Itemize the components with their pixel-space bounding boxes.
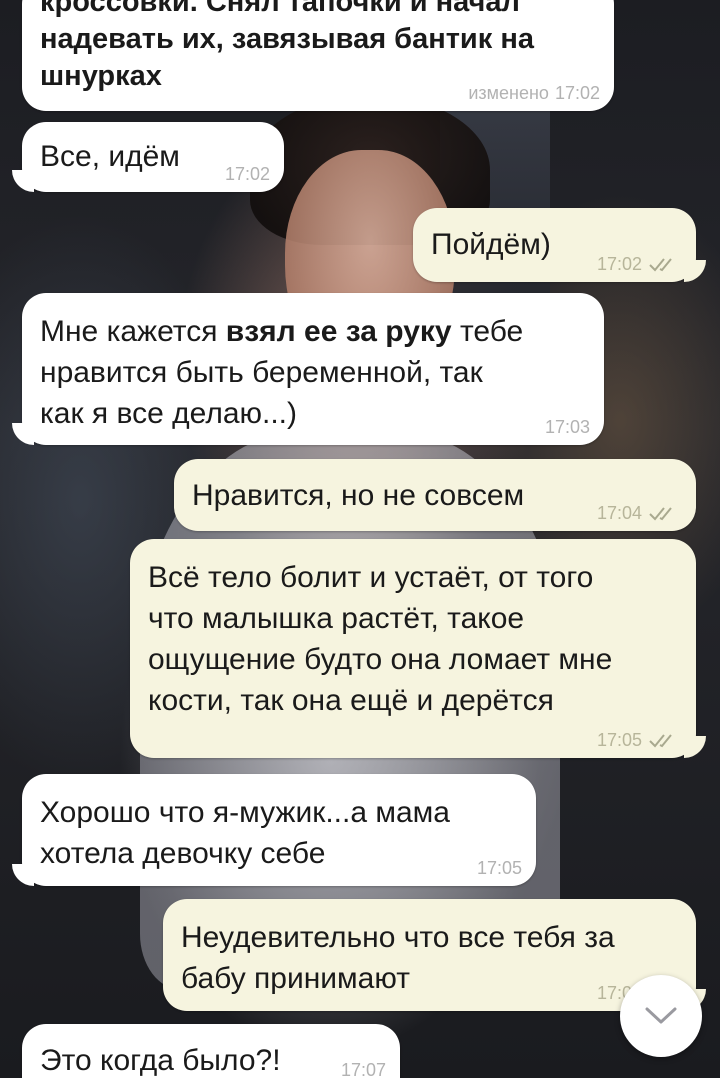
message-incoming[interactable]: Это когда было?! 17:07: [22, 1024, 400, 1078]
message-outgoing[interactable]: Нравится, но не совсем 17:04: [174, 459, 696, 531]
message-meta: 17:04: [597, 503, 682, 523]
edited-label: изменено: [468, 83, 549, 103]
message-text: Всё тело болит и устаёт, от того что мал…: [148, 561, 613, 717]
read-ticks-icon: [649, 734, 672, 748]
message-time: 17:02: [554, 83, 600, 103]
message-incoming[interactable]: Все, идём 17:02: [12, 122, 284, 192]
message-meta: 17:05: [597, 730, 682, 750]
message-incoming[interactable]: Мне кажется взял ее за руку тебе нравитс…: [12, 293, 604, 445]
message-time: 17:04: [596, 503, 642, 523]
bubble-tail: [12, 170, 34, 192]
chevron-down-icon: [645, 1007, 677, 1024]
message-outgoing[interactable]: Неудевительно что все тебя за бабу прини…: [163, 899, 706, 1011]
message-meta: изменено 17:02: [468, 83, 600, 103]
message-meta: 17:02: [225, 164, 270, 184]
message-time: 17:05: [476, 858, 522, 878]
bubble-tail: [684, 260, 706, 282]
bubble-tail: [12, 423, 34, 445]
message-text: Все, идём: [40, 140, 180, 173]
read-ticks-icon: [649, 258, 672, 272]
message-time: 17:05: [596, 730, 642, 750]
message-text: Пойдём): [431, 228, 551, 261]
message-meta: 17:05: [477, 858, 522, 878]
bubble-tail: [684, 736, 706, 758]
message-text-cut-line: кроссовки. Снял тапочки и начал: [40, 0, 520, 18]
message-outgoing[interactable]: Всё тело болит и устаёт, от того что мал…: [130, 539, 706, 758]
message-text-bold: взял ее за руку: [225, 315, 452, 348]
bubble-tail: [12, 864, 34, 886]
message-meta: 17:07: [341, 1060, 386, 1078]
message-meta: 17:02: [597, 254, 682, 274]
message-time: 17:07: [340, 1060, 386, 1078]
message-text: Это когда было?!: [40, 1044, 281, 1077]
read-ticks-icon: [649, 507, 672, 521]
message-text: Нравится, но не совсем: [192, 479, 525, 512]
message-time: 17:03: [544, 417, 590, 437]
message-incoming[interactable]: кроссовки. Снял тапочки и начал надевать…: [22, 0, 614, 111]
scroll-to-bottom-button[interactable]: [620, 975, 702, 1057]
message-text: Неудевительно что все тебя за бабу прини…: [181, 921, 615, 995]
message-text: надевать их, завязывая бантик на шнурках: [40, 23, 534, 92]
message-text: Хорошо что я-мужик...а мама хотела девоч…: [40, 796, 450, 870]
message-incoming[interactable]: Хорошо что я-мужик...а мама хотела девоч…: [12, 774, 536, 886]
message-outgoing[interactable]: Пойдём) 17:02: [413, 208, 706, 282]
message-meta: 17:03: [545, 417, 590, 437]
message-time: 17:02: [596, 254, 642, 274]
message-list[interactable]: кроссовки. Снял тапочки и начал надевать…: [0, 0, 720, 1078]
message-text-part: Мне кажется: [40, 315, 226, 348]
message-text: Мне кажется взял ее за руку тебе нравитс…: [40, 311, 523, 434]
message-time: 17:02: [224, 164, 270, 184]
